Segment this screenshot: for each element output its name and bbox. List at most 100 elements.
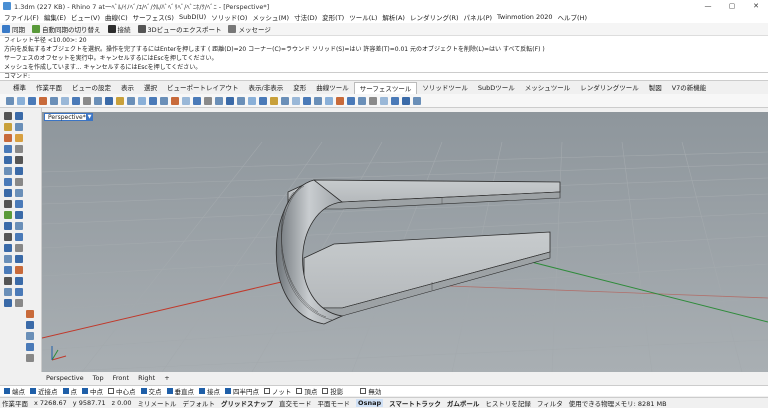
surface-tool-icon[interactable] xyxy=(72,96,80,105)
surface-tool-icon[interactable] xyxy=(380,96,388,105)
status-gumball[interactable]: ガムボール xyxy=(447,398,480,408)
status-history[interactable]: ヒストリを記録 xyxy=(485,398,531,408)
surface-tool-icon[interactable] xyxy=(369,96,377,105)
surface-tool-icon[interactable] xyxy=(204,96,212,105)
tab-transform[interactable]: 変形 xyxy=(288,82,311,94)
surface-tool-icon[interactable] xyxy=(50,96,58,105)
tab-mesh-tools[interactable]: メッシュツール xyxy=(520,82,576,94)
menu-file[interactable]: ファイル(F) xyxy=(4,12,39,22)
rectangle-icon[interactable] xyxy=(4,145,12,153)
add-viewport-tab-button[interactable]: + xyxy=(164,374,169,382)
export-3d-button[interactable]: 3Dビューのエクスポート xyxy=(137,24,221,34)
surface-tool-icon[interactable] xyxy=(248,96,256,105)
osnap-point[interactable]: 点 xyxy=(62,386,77,396)
surface-tool-icon[interactable] xyxy=(402,96,410,105)
surface-tool-icon[interactable] xyxy=(413,96,421,105)
osnap-project[interactable]: 投影 xyxy=(322,386,343,396)
subd-icon[interactable] xyxy=(15,178,23,186)
surface-tool-icon[interactable] xyxy=(17,96,25,105)
trim-icon[interactable] xyxy=(4,200,12,208)
menu-panels[interactable]: パネル(P) xyxy=(464,12,493,22)
tab-new-in-v7[interactable]: V7の新機能 xyxy=(667,82,712,94)
extrude-icon[interactable] xyxy=(15,156,23,164)
surface-tool-icon[interactable] xyxy=(160,96,168,105)
message-button[interactable]: メッセージ xyxy=(228,24,271,34)
viewport-tab-right[interactable]: Right xyxy=(138,374,155,382)
surface-tool-icon[interactable] xyxy=(127,96,135,105)
tab-surface-tools[interactable]: サーフェスツール xyxy=(353,82,418,94)
osnap-knot[interactable]: ノット xyxy=(264,386,291,396)
split-icon[interactable] xyxy=(15,200,23,208)
polygon-icon[interactable] xyxy=(15,145,23,153)
tab-viewport-layout[interactable]: ビューポートレイアウト xyxy=(162,82,244,94)
surface-tool-icon[interactable] xyxy=(237,96,245,105)
point-icon[interactable] xyxy=(15,112,23,120)
properties-icon[interactable] xyxy=(26,354,34,362)
surface-tool-icon[interactable] xyxy=(347,96,355,105)
curve-icon[interactable] xyxy=(15,123,23,131)
surface-tool-icon[interactable] xyxy=(182,96,190,105)
mesh-icon[interactable] xyxy=(4,178,12,186)
offset-icon[interactable] xyxy=(4,277,12,285)
sphere-icon[interactable] xyxy=(15,167,23,175)
surface-tool-icon[interactable] xyxy=(270,96,278,105)
circle-icon[interactable] xyxy=(4,134,12,142)
group-icon[interactable] xyxy=(4,266,12,274)
surface-tool-icon[interactable] xyxy=(6,96,14,105)
tab-subd-tools[interactable]: SubDツール xyxy=(473,82,520,94)
surface-tool-icon[interactable] xyxy=(314,96,322,105)
surface-tool-icon[interactable] xyxy=(39,96,47,105)
ungroup-icon[interactable] xyxy=(15,266,23,274)
osnap-vertex[interactable]: 頂点 xyxy=(296,386,317,396)
text-icon[interactable] xyxy=(4,211,12,219)
layer-icon[interactable] xyxy=(26,343,34,351)
surface-tool-icon[interactable] xyxy=(28,96,36,105)
copy-icon[interactable] xyxy=(15,222,23,230)
tab-curve-tools[interactable]: 曲線ツール xyxy=(311,82,354,94)
select-icon[interactable] xyxy=(4,112,12,120)
tab-visibility[interactable]: 表示/非表示 xyxy=(244,82,289,94)
status-grid-snap[interactable]: グリッドスナップ xyxy=(221,398,273,408)
menu-mesh[interactable]: メッシュ(M) xyxy=(252,12,289,22)
tab-display[interactable]: 表示 xyxy=(116,82,139,94)
project-icon[interactable] xyxy=(15,277,23,285)
join-icon[interactable] xyxy=(4,255,12,263)
status-layer[interactable]: デフォルト xyxy=(183,398,216,408)
perspective-viewport[interactable] xyxy=(42,112,768,372)
status-filter[interactable]: フィルタ xyxy=(537,398,563,408)
tab-set-view[interactable]: ビューの設定 xyxy=(67,82,116,94)
surface-tool-icon[interactable] xyxy=(391,96,399,105)
menu-surface[interactable]: サーフェス(S) xyxy=(133,12,174,22)
status-planar[interactable]: 平面モード xyxy=(318,398,351,408)
fillet-icon[interactable] xyxy=(15,189,23,197)
osnap-disable[interactable]: 無効 xyxy=(360,386,381,396)
surface-tool-icon[interactable] xyxy=(259,96,267,105)
surface-tool-icon[interactable] xyxy=(138,96,146,105)
viewport-tab-top[interactable]: Top xyxy=(93,374,104,382)
connect-button[interactable]: 接続 xyxy=(107,24,131,34)
tab-standard[interactable]: 標準 xyxy=(8,82,31,94)
revolve-icon[interactable] xyxy=(4,299,12,307)
move-icon[interactable] xyxy=(4,222,12,230)
surface-tool-icon[interactable] xyxy=(61,96,69,105)
dimension-icon[interactable] xyxy=(15,211,23,219)
menu-tools[interactable]: ツール(L) xyxy=(349,12,377,22)
osnap-quadrant[interactable]: 四半円点 xyxy=(225,386,259,396)
surface-tool-icon[interactable] xyxy=(105,96,113,105)
minimize-button[interactable]: — xyxy=(696,0,720,11)
osnap-center[interactable]: 中心点 xyxy=(108,386,136,396)
status-osnap[interactable]: Osnap xyxy=(356,399,384,407)
surface-tool-icon[interactable] xyxy=(336,96,344,105)
rotate-icon[interactable] xyxy=(4,233,12,241)
surface-icon[interactable] xyxy=(4,156,12,164)
mirror-icon[interactable] xyxy=(4,244,12,252)
command-line[interactable]: コマンド: xyxy=(0,72,768,81)
box-icon[interactable] xyxy=(4,167,12,175)
tab-drafting[interactable]: 製図 xyxy=(644,82,667,94)
menu-twinmotion[interactable]: Twinmotion 2020 xyxy=(497,13,553,21)
tab-render-tools[interactable]: レンダリングツール xyxy=(575,82,644,94)
surface-tool-icon[interactable] xyxy=(116,96,124,105)
menu-analyze[interactable]: 解析(A) xyxy=(382,12,405,22)
menu-help[interactable]: ヘルプ(H) xyxy=(558,12,587,22)
render-icon[interactable] xyxy=(26,310,34,318)
